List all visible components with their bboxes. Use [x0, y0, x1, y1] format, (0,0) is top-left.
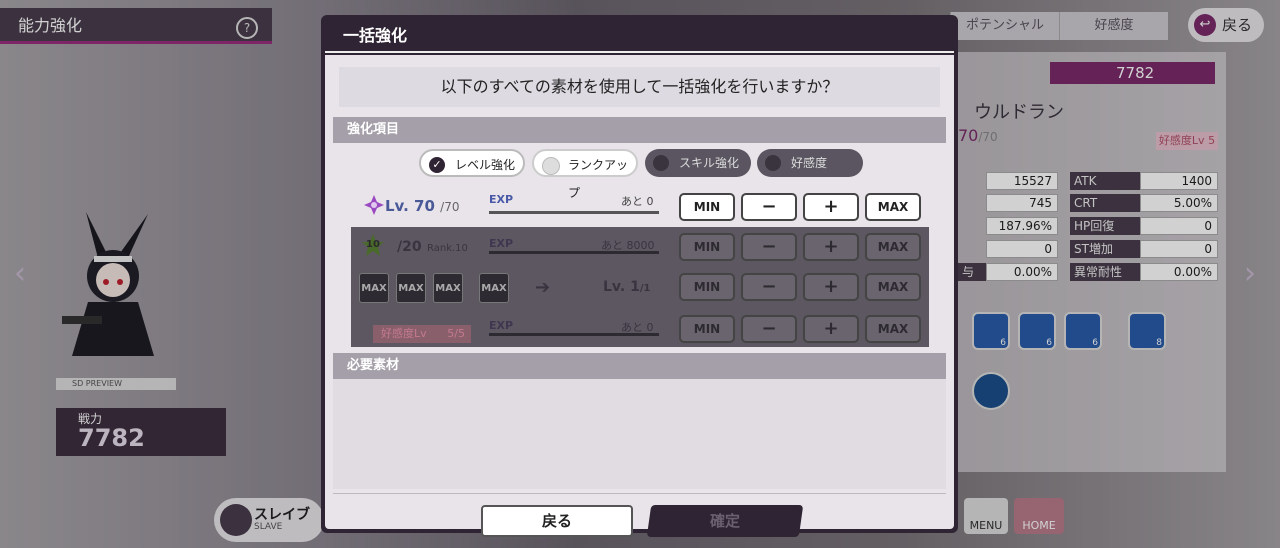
back-button[interactable]: 戻る: [481, 505, 633, 537]
option-level-enhance[interactable]: ✓ レベル強化: [419, 149, 525, 177]
skill-min-button: MIN: [679, 273, 735, 301]
checkbox-disabled-icon: [653, 155, 669, 171]
rank-exp-label: EXP: [489, 237, 514, 250]
level-max: /70: [440, 200, 460, 214]
skill-max-chip-3: MAX: [433, 273, 463, 303]
option-rank-up[interactable]: ランクアップ: [532, 149, 638, 200]
affection-level-value: 5/5: [447, 327, 465, 340]
level-max-button[interactable]: MAX: [865, 193, 921, 221]
level-plus-button[interactable]: +: [803, 193, 859, 221]
affection-exp-label: EXP: [489, 319, 514, 332]
level-min-button[interactable]: MIN: [679, 193, 735, 221]
affection-exp-bar: [489, 333, 659, 336]
skill-max-chip-1: MAX: [359, 273, 389, 303]
checkbox-disabled-icon: [765, 155, 781, 171]
rank-value: /20: [397, 239, 422, 255]
confirm-button[interactable]: 確定: [646, 505, 804, 537]
option-level-label: レベル強化: [455, 158, 516, 172]
footer-divider: [333, 493, 946, 494]
rank-plus-button: +: [803, 233, 859, 261]
level-flower-icon: [364, 195, 384, 215]
affection-max-button: MAX: [865, 315, 921, 343]
skill-level-value: Lv. 1: [603, 279, 640, 295]
skill-level-max: /1: [639, 283, 651, 294]
option-affection: 好感度: [757, 149, 863, 177]
option-affection-label: 好感度: [791, 156, 828, 170]
bulk-enhance-dialog: 一括強化 以下のすべての素材を使用して一括強化を行いますか？ 強化項目 ✓ レベ…: [321, 15, 958, 537]
skill-max-button: MAX: [865, 273, 921, 301]
option-skill-label: スキル強化: [679, 156, 740, 170]
skill-minus-button: −: [741, 273, 797, 301]
affection-plus-button: +: [803, 315, 859, 343]
skill-max-chip-4: MAX: [479, 273, 509, 303]
level-minus-button[interactable]: −: [741, 193, 797, 221]
rank-max-button: MAX: [865, 233, 921, 261]
confirm-question: 以下のすべての素材を使用して一括強化を行いますか？: [339, 67, 940, 107]
section-required-materials: 必要素材: [333, 353, 946, 379]
checkbox-checked-icon: ✓: [429, 157, 445, 173]
option-skill-enhance: スキル強化: [645, 149, 751, 177]
required-materials-area: [333, 379, 946, 489]
skill-plus-button: +: [803, 273, 859, 301]
affection-min-button: MIN: [679, 315, 735, 343]
rank-label: Rank.10: [427, 243, 468, 254]
checkbox-unchecked-icon: [542, 157, 560, 175]
level-row: Lv. 70 /70 EXP あと 0 MIN − + MAX: [345, 189, 930, 223]
rank-minus-button: −: [741, 233, 797, 261]
skill-target-level: Lv. 1/1: [603, 279, 650, 295]
rank-exp-bar: [489, 251, 659, 254]
dialog-title: 一括強化: [325, 19, 954, 53]
level-current: Lv. 70: [385, 197, 435, 215]
affection-minus-button: −: [741, 315, 797, 343]
exp-label: EXP: [489, 193, 514, 206]
affection-level-chip: 好感度Lv 5/5: [373, 325, 471, 343]
disabled-rows: 10 /20 Rank.10 EXP あと 8000 MIN − + MAX M…: [351, 227, 929, 347]
section-enhance-items: 強化項目: [333, 117, 946, 143]
affection-level-label: 好感度Lv: [381, 327, 427, 340]
skill-max-chip-2: MAX: [396, 273, 426, 303]
arrow-right-icon: ➔: [535, 277, 551, 298]
rank-min-button: MIN: [679, 233, 735, 261]
dialog-body: 以下のすべての素材を使用して一括強化を行いますか？ 強化項目 ✓ レベル強化 ラ…: [325, 55, 954, 537]
rank-number: 10: [366, 239, 380, 250]
exp-remain: あと 0: [621, 195, 654, 208]
exp-bar: [489, 211, 659, 214]
level-value: Lv. 70 /70: [385, 197, 459, 215]
confirm-label: 確定: [709, 512, 740, 530]
